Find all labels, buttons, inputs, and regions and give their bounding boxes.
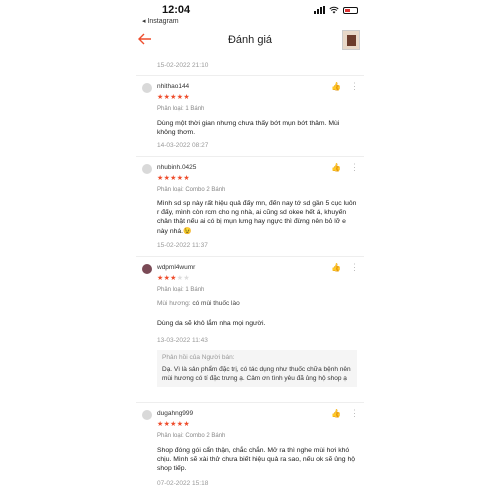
star-icon: ★ xyxy=(157,275,164,282)
star-icon: ★ xyxy=(183,94,190,101)
divider xyxy=(136,75,364,76)
star-icon: ★ xyxy=(170,94,177,101)
header-bar: Đánh giá xyxy=(136,28,364,56)
back-to-app-link[interactable]: ◂ Instagram xyxy=(142,17,179,25)
battery-icon xyxy=(343,6,358,14)
seller-reply-title: Phản hồi của Người bán: xyxy=(162,354,235,361)
rating-stars: ★★★★★ xyxy=(157,174,190,182)
star-icon: ★ xyxy=(183,275,190,282)
thumbs-up-icon[interactable]: 👍 xyxy=(331,263,341,272)
review-text: Shop đóng gói cẩn thận, chắc chắn. Mở ra… xyxy=(157,447,356,473)
review-text: Dùng da sẽ khô lắm nha mọi người. xyxy=(157,320,266,327)
thumbs-up-icon[interactable]: 👍 xyxy=(331,409,341,418)
rating-stars: ★★★★★ xyxy=(157,274,190,282)
rating-stars: ★★★★★ xyxy=(157,93,190,101)
divider xyxy=(136,156,364,157)
smell-value: có mùi thuốc lào xyxy=(192,300,240,307)
reviewer-name[interactable]: dugahng999 xyxy=(157,410,193,417)
avatar[interactable] xyxy=(142,83,152,93)
review-text: Dùng một thời gian nhưng chưa thấy bớt m… xyxy=(157,120,340,137)
smell-attribute: Mùi hương: có mùi thuốc lào xyxy=(157,300,240,307)
review-item: nhithao144 👍 ⋮ ★★★★★ Phân loại: 1 Bánh D… xyxy=(136,81,364,153)
thumbs-up-icon[interactable]: 👍 xyxy=(331,163,341,172)
review-item: wdpml4wumr 👍 ⋮ ★★★★★ Phân loại: 1 Bánh M… xyxy=(136,262,364,402)
star-icon: ★ xyxy=(170,275,177,282)
thumbs-up-icon[interactable]: 👍 xyxy=(331,82,341,91)
review-date: 14-03-2022 08:27 xyxy=(157,142,209,149)
more-vertical-icon[interactable]: ⋮ xyxy=(350,81,359,91)
rating-stars: ★★★★★ xyxy=(157,420,190,428)
more-vertical-icon[interactable]: ⋮ xyxy=(350,262,359,272)
product-thumbnail[interactable] xyxy=(342,30,360,50)
divider xyxy=(136,256,364,257)
more-vertical-icon[interactable]: ⋮ xyxy=(350,408,359,418)
reviews-list: 15-02-2022 21:10 nhithao144 👍 ⋮ ★ ★ ★ ★ ★ Ph… xyxy=(136,58,364,499)
review-item: dugahng999 👍 ⋮ ★★★★★ Phân loại: Combo 2 … xyxy=(136,408,364,496)
wifi-icon xyxy=(329,6,339,14)
variant-label: Phân loại: Combo 2 Bánh xyxy=(157,433,226,439)
avatar[interactable] xyxy=(142,410,152,420)
avatar[interactable] xyxy=(142,164,152,174)
seller-reply: Phản hồi của Người bán: Dạ. Vì là sản ph… xyxy=(157,350,357,387)
more-vertical-icon[interactable]: ⋮ xyxy=(350,162,359,172)
reviewer-name[interactable]: nhubinh.0425 xyxy=(157,164,196,171)
page-title: Đánh giá xyxy=(227,34,273,46)
divider xyxy=(136,402,364,403)
review-text: Mình sd sp này rất hiệu quả đấy mn, đến … xyxy=(157,200,357,235)
review-date: 15-02-2022 21:10 xyxy=(157,62,209,69)
star-icon: ★ xyxy=(170,175,177,182)
review-item: nhubinh.0425 👍 ⋮ ★★★★★ Phân loại: Combo … xyxy=(136,162,364,258)
variant-label: Phân loại: 1 Bánh xyxy=(157,106,205,112)
smell-key: Mùi hương: xyxy=(157,300,191,307)
star-icon: ★ xyxy=(183,421,190,428)
status-time: 12:04 xyxy=(162,4,191,16)
reviewer-name[interactable]: nhithao144 xyxy=(157,83,189,90)
star-icon: ★ xyxy=(157,94,164,101)
review-date: 15-02-2022 11:37 xyxy=(157,242,208,249)
star-icon: ★ xyxy=(157,175,164,182)
star-icon: ★ xyxy=(170,421,177,428)
signal-icon xyxy=(314,6,325,14)
review-date: 13-03-2022 11:43 xyxy=(157,337,208,344)
status-bar: 12:04 ◂ Instagram xyxy=(136,4,364,25)
variant-label: Phân loại: 1 Bánh xyxy=(157,287,205,293)
seller-reply-text: Dạ. Vì là sản phẩm đặc trị, có tác dụng … xyxy=(162,366,351,382)
review-date: 07-02-2022 15:18 xyxy=(157,480,209,487)
variant-label: Phân loại: Combo 2 Bánh xyxy=(157,187,226,193)
star-icon: ★ xyxy=(183,175,190,182)
avatar[interactable] xyxy=(142,264,152,274)
star-icon: ★ xyxy=(157,421,164,428)
reviewer-name[interactable]: wdpml4wumr xyxy=(157,264,195,271)
status-icons xyxy=(314,6,358,14)
